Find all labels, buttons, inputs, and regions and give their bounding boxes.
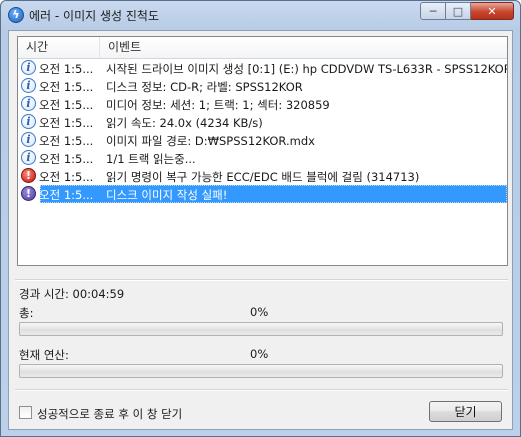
progress-window: ϟ 에러 - 이미지 생성 진척도 ─ □ ✕ 시간 이벤트 i 오전 1:5..…: [0, 0, 521, 437]
info-icon: i: [21, 114, 36, 129]
elapsed-time: 경과 시간: 00:04:59: [19, 287, 125, 301]
current-percent: 0%: [250, 347, 269, 361]
list-item-event: 디스크 이미지 작성 실패!: [106, 188, 228, 202]
current-operation-label: 현재 연산:: [19, 348, 69, 362]
info-icon: i: [21, 150, 36, 165]
list-item-time: 오전 1:5...: [39, 188, 94, 202]
window-title: 에러 - 이미지 생성 진척도: [29, 9, 159, 23]
divider: [15, 389, 508, 391]
list-item[interactable]: ! 오전 1:5... 읽기 명령이 복구 가능한 ECC/EDC 배드 블럭에 걸…: [18, 167, 507, 185]
list-item[interactable]: i 오전 1:5... 이미지 파일 경로: D:₩SPSS12KOR.mdx: [18, 131, 507, 149]
list-item-time: 오전 1:5...: [39, 152, 94, 166]
info-icon: i: [21, 60, 36, 75]
list-item-time: 오전 1:5...: [39, 80, 94, 94]
minimize-button[interactable]: ─: [420, 2, 446, 20]
client-area: 시간 이벤트 i 오전 1:5... 시작된 드라이브 이미지 생성 [0:1] (…: [8, 30, 513, 430]
list-item[interactable]: i 오전 1:5... 디스크 정보: CD-R; 라벨: SPSS12KOR: [18, 77, 507, 95]
title-bar[interactable]: ϟ 에러 - 이미지 생성 진척도 ─ □ ✕: [1, 1, 520, 29]
error-icon: !: [21, 168, 36, 183]
current-progress-bar: [19, 364, 503, 378]
maximize-button[interactable]: □: [446, 2, 471, 20]
info-icon: i: [21, 96, 36, 111]
close-button[interactable]: 닫기: [429, 401, 502, 422]
list-item[interactable]: i 오전 1:5... 시작된 드라이브 이미지 생성 [0:1] (E:) hp …: [18, 59, 507, 77]
list-header: 시간 이벤트: [18, 37, 507, 59]
info-icon: i: [21, 78, 36, 93]
list-item-time: 오전 1:5...: [39, 170, 94, 184]
total-percent: 0%: [250, 305, 269, 319]
caption-buttons: ─ □ ✕: [420, 2, 514, 21]
list-item[interactable]: i 오전 1:5... 1/1 트랙 읽는중...: [18, 149, 507, 167]
list-item-event: 이미지 파일 경로: D:₩SPSS12KOR.mdx: [106, 134, 315, 148]
list-item-event: 디스크 정보: CD-R; 라벨: SPSS12KOR: [106, 80, 303, 94]
list-item-time: 오전 1:5...: [39, 62, 94, 76]
column-header-event[interactable]: 이벤트: [100, 37, 507, 58]
list-item-event: 1/1 트랙 읽는중...: [106, 152, 196, 166]
close-window-button[interactable]: ✕: [471, 2, 514, 20]
list-item-event: 시작된 드라이브 이미지 생성 [0:1] (E:) hp CDDVDW TS-…: [106, 62, 508, 76]
list-item-time: 오전 1:5...: [39, 134, 94, 148]
list-item[interactable]: i 오전 1:5... 미디어 정보: 세션: 1; 트랙: 1; 섹터: 3208…: [18, 95, 507, 113]
list-item-time: 오전 1:5...: [39, 98, 94, 112]
list-item-event: 읽기 속도: 24.0x (4234 KB/s): [106, 116, 263, 130]
list-item-event: 미디어 정보: 세션: 1; 트랙: 1; 섹터: 320859: [106, 98, 330, 112]
close-on-success-label[interactable]: 성공적으로 종료 후 이 창 닫기: [37, 406, 182, 422]
total-label: 총:: [19, 306, 34, 320]
list-item-time: 오전 1:5...: [39, 116, 94, 130]
warning-icon: !: [21, 186, 36, 201]
list-item[interactable]: i 오전 1:5... 읽기 속도: 24.0x (4234 KB/s): [18, 113, 507, 131]
column-header-time[interactable]: 시간: [18, 37, 100, 58]
list-item-event: 읽기 명령이 복구 가능한 ECC/EDC 배드 블럭에 걸림 (314713): [106, 170, 420, 184]
close-on-success-checkbox[interactable]: [19, 406, 32, 419]
divider: [15, 279, 508, 281]
list-item[interactable]: ! 오전 1:5... 디스크 이미지 작성 실패!: [18, 185, 507, 203]
event-log-list[interactable]: 시간 이벤트 i 오전 1:5... 시작된 드라이브 이미지 생성 [0:1] (…: [17, 36, 508, 266]
total-progress-bar: [19, 322, 503, 336]
info-icon: i: [21, 132, 36, 147]
app-lightning-icon: ϟ: [8, 7, 24, 23]
